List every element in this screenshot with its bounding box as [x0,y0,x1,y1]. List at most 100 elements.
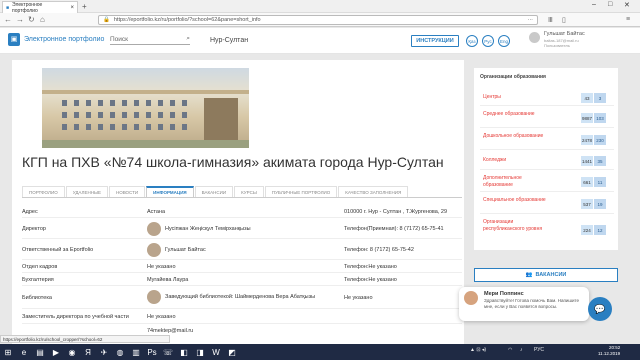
chat-button[interactable]: 💬 [588,297,612,321]
count-badge: 2478 [581,135,593,145]
vacancies-button[interactable]: 👥 ВАКАНСИИ [474,268,618,282]
sidebar-item-label[interactable]: Специальное образование [483,197,553,204]
maximize-icon[interactable]: □ [608,1,612,8]
sidebar-item-republican[interactable]: Организации республиканского уровня 224 … [480,216,614,246]
count-badge: 19 [594,199,606,209]
media-icon[interactable]: ▶ [50,346,62,358]
sidebar-item-label[interactable]: Организации республиканского уровня [483,219,553,233]
education-orgs-panel: Организации образования Центры 43 3 Сред… [474,68,618,250]
chrome-icon[interactable]: ◉ [66,346,78,358]
viber-icon[interactable]: ☏ [162,346,174,358]
chat-agent-name: Мери Поппинс [484,291,524,297]
count-badge: 537 [581,199,593,209]
table-row: Директор Нусіпжан Жеңісқүл Темірханқызы … [22,219,462,239]
tray-wifi-icon[interactable]: ◠ [508,347,512,353]
chat-icon: 💬 [594,303,606,314]
home-icon[interactable]: ⌂ [40,15,45,24]
menu-icon[interactable]: ≡ [626,16,630,23]
avatar[interactable] [529,32,540,43]
library-icon[interactable]: Ⅲ [548,16,553,24]
tab-news[interactable]: НОВОСТИ [108,186,146,197]
info-value: Не указано [147,314,176,320]
info-label: Ответственный за Eportfolio [22,247,94,253]
search-input[interactable]: Поиск ⌕ [110,34,190,45]
taskbar: ⊞ e ▤ ▶ ◉ Я ✈ ◍ ▥ Ps ☏ ◧ ◨ W ◩ ▲ ⊡ ◂) ◠ … [0,344,640,360]
folder-icon[interactable]: ▤ [34,346,46,358]
tab-vacancies[interactable]: ВАКАНСИИ [194,186,234,197]
table-row: Библиотека Заведующий библиотекой: Шайме… [22,287,462,309]
school-photo [42,68,249,148]
sidebar-item-secondary[interactable]: Среднее образование 9887 103 [480,108,614,128]
minimize-icon[interactable]: – [592,1,596,8]
sidebar-item-additional[interactable]: Дополнительное образование 661 11 [480,172,614,192]
word-icon[interactable]: W [210,346,222,358]
sidebar-item-label[interactable]: Центры [483,94,501,101]
sidebar-item-special[interactable]: Специальное образование 537 19 [480,194,614,214]
sidebar-item-centers[interactable]: Центры 43 3 [480,90,614,106]
info-value-secondary: Телефон:Не указано [344,277,397,283]
browser-tab[interactable]: ■ Электронное портфолио × [2,1,78,14]
logo-text[interactable]: Электронное портфолио [24,36,104,43]
page-title: КГП на ПХВ «№74 школа-гимназия» акимата … [22,154,444,170]
new-tab-button[interactable]: + [82,2,87,11]
sidebar-item-label[interactable]: Колледжи [483,157,506,164]
telegram-icon[interactable]: ✈ [98,346,110,358]
app-icon[interactable]: ◧ [178,346,190,358]
ie-icon[interactable]: e [18,346,30,358]
lang-rus-button[interactable]: Рус [482,35,494,47]
chat-bubble[interactable]: Мери Поппинс Здравствуйте! Готова помочь… [459,287,589,321]
sidebar-item-label[interactable]: Среднее образование [483,111,553,118]
chat-message: Здравствуйте! Готова помочь Вам. Напишит… [484,298,580,309]
app-icon[interactable]: ◩ [226,346,238,358]
favicon-icon: ■ [6,4,10,11]
tab-deleted[interactable]: УДАЛЕННЫЕ [65,186,108,197]
user-name[interactable]: Гульшат Байтас [544,31,585,37]
language-indicator[interactable]: РУС [534,347,544,353]
reload-icon[interactable]: ↻ [28,15,35,24]
back-icon[interactable]: ← [4,15,12,24]
lang-eng-button[interactable]: Eng [498,35,510,47]
tab-courses[interactable]: КУРСЫ [234,186,264,197]
forward-icon[interactable]: → [16,15,24,24]
yandex-icon[interactable]: Я [82,346,94,358]
url-field[interactable]: 🔒 https://eportfolio.kz/ru/portfolio/?sc… [98,15,538,25]
email-link[interactable]: 74mektep@mail.ru [147,328,193,334]
tray-icons[interactable]: ▲ ⊡ ◂) [470,347,486,353]
search-icon[interactable]: ⌕ [186,35,190,43]
info-label: Адрес [22,209,38,215]
sidebar-item-label[interactable]: Дошкольное образование [483,133,553,140]
app-icon[interactable]: ◨ [194,346,206,358]
tab-public-portfolio[interactable]: ПУБЛИЧНЫЕ ПОРТФОЛИО [264,186,338,197]
close-tab-icon[interactable]: × [70,5,74,11]
clock[interactable]: 20:52 11.12.2019 [598,345,620,357]
lang-kaz-button[interactable]: Қаз [466,35,478,47]
page-actions-icon[interactable]: ··· [528,17,534,23]
table-row: Адрес Астана 010000 г. Нур - Султан , Т.… [22,206,462,218]
clock-date: 11.12.2019 [598,351,621,356]
start-icon[interactable]: ⊞ [2,346,14,358]
instructions-button[interactable]: ИНСТРУКЦИИ [411,35,459,47]
tab-information[interactable]: ИНФОРМАЦИЯ [146,186,194,197]
sidebar-title: Организации образования [480,74,546,80]
app-icon[interactable]: ▥ [130,346,142,358]
city-selector[interactable]: Нур-Султан [210,37,248,44]
table-row: Отдел кадров Не указано Телефон:Не указа… [22,261,462,273]
firefox-icon[interactable]: ◍ [114,346,126,358]
tab-portfolio[interactable]: ПОРТФОЛИО [22,186,65,197]
sidebar-item-label[interactable]: Дополнительное образование [483,175,553,189]
info-value-with-photo: Гульшат Байтас [147,243,206,257]
count-badge: 230 [594,135,606,145]
info-label: Директор [22,226,46,232]
person-photo [147,243,161,257]
photoshop-icon[interactable]: Ps [146,346,158,358]
sidebar-item-colleges[interactable]: Колледжи 1441 35 [480,152,614,170]
sidebar-item-preschool[interactable]: Дошкольное образование 2478 230 [480,130,614,150]
info-label: Заместитель директора по учебной части [22,314,129,320]
tab-fill-quality[interactable]: КАЧЕСТВО ЗАПОЛНЕНИЯ [338,186,409,197]
close-window-icon[interactable]: ✕ [624,1,630,9]
tab-strip: ПОРТФОЛИО УДАЛЕННЫЕ НОВОСТИ ИНФОРМАЦИЯ В… [22,186,462,198]
logo-icon[interactable]: ▣ [8,33,20,46]
people-icon: 👥 [525,272,533,278]
volume-icon[interactable]: ♪ [520,347,523,353]
sidebar-icon[interactable]: ▯ [562,16,566,24]
